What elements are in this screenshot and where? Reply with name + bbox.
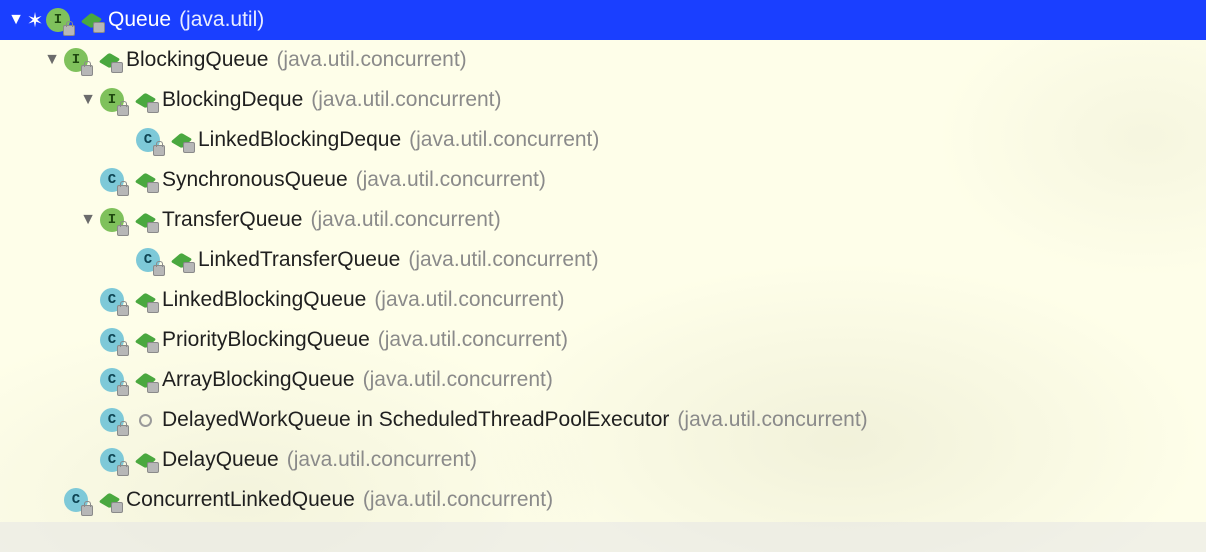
- expand-arrow-down-icon[interactable]: ▼: [78, 91, 98, 109]
- tree-row[interactable]: ▼I BlockingDeque (java.util.concurrent): [0, 80, 1206, 120]
- package-label: (java.util.concurrent): [378, 328, 568, 352]
- class-icon: C: [64, 488, 88, 512]
- tree-row[interactable]: ▼CPriorityBlockingQueue(java.util.concur…: [0, 320, 1206, 360]
- library-lock-overlay-icon: [81, 505, 93, 516]
- package-label: (java.util.concurrent): [363, 488, 553, 512]
- package-label: (java.util.concurrent): [287, 448, 477, 472]
- package-label: (java.util.concurrent): [363, 368, 553, 392]
- tree-row[interactable]: ▼CArrayBlockingQueue(java.util.concurren…: [0, 360, 1206, 400]
- package-label: (java.util.concurrent): [408, 248, 598, 272]
- public-visibility-icon: [134, 89, 156, 111]
- expand-arrow-down-icon[interactable]: ▼: [78, 211, 98, 229]
- type-name-label: DelayedWorkQueue in ScheduledThreadPoolE…: [162, 408, 669, 432]
- tree-row[interactable]: ▼CLinkedBlockingQueue(java.util.concurre…: [0, 280, 1206, 320]
- public-visibility-icon: [134, 289, 156, 311]
- package-label: (java.util.concurrent): [409, 128, 599, 152]
- public-visibility-icon: [134, 169, 156, 191]
- footer-strip: [0, 522, 1206, 552]
- public-visibility-icon: [134, 449, 156, 471]
- tree-row[interactable]: ▼CConcurrentLinkedQueue(java.util.concur…: [0, 480, 1206, 520]
- interface-icon: I: [64, 48, 88, 72]
- package-private-visibility-icon: [134, 409, 156, 431]
- class-icon: C: [100, 168, 124, 192]
- public-visibility-icon: [134, 369, 156, 391]
- library-lock-overlay-icon: [153, 265, 165, 276]
- type-name-label: LinkedBlockingQueue: [162, 288, 366, 312]
- public-visibility-icon: [98, 489, 120, 511]
- public-visibility-icon: [170, 129, 192, 151]
- class-icon: C: [100, 408, 124, 432]
- package-label: (java.util.concurrent): [677, 408, 867, 432]
- library-lock-overlay-icon: [117, 105, 129, 116]
- library-lock-overlay-icon: [63, 25, 75, 36]
- tree-row[interactable]: ▼I TransferQueue (java.util.concurrent): [0, 200, 1206, 240]
- public-visibility-icon: [170, 249, 192, 271]
- type-name-label: ConcurrentLinkedQueue: [126, 488, 355, 512]
- library-lock-overlay-icon: [117, 385, 129, 396]
- interface-icon: I: [46, 8, 70, 32]
- package-label: (java.util): [179, 8, 264, 32]
- class-icon: C: [136, 248, 160, 272]
- tree-row[interactable]: ▼CDelayedWorkQueue in ScheduledThreadPoo…: [0, 400, 1206, 440]
- type-name-label: TransferQueue: [162, 208, 302, 232]
- library-lock-overlay-icon: [117, 225, 129, 236]
- root-marker-asterisk-icon: ✶: [26, 8, 44, 33]
- tree-row[interactable]: ▼CSynchronousQueue(java.util.concurrent): [0, 160, 1206, 200]
- library-lock-overlay-icon: [117, 345, 129, 356]
- type-name-label: ArrayBlockingQueue: [162, 368, 355, 392]
- package-label: (java.util.concurrent): [276, 48, 466, 72]
- type-name-label: LinkedTransferQueue: [198, 248, 400, 272]
- public-visibility-icon: [98, 49, 120, 71]
- class-icon: C: [100, 448, 124, 472]
- interface-icon: I: [100, 208, 124, 232]
- library-lock-overlay-icon: [81, 65, 93, 76]
- tree-row[interactable]: ▼CLinkedTransferQueue(java.util.concurre…: [0, 240, 1206, 280]
- package-label: (java.util.concurrent): [374, 288, 564, 312]
- class-icon: C: [100, 368, 124, 392]
- expand-arrow-down-icon[interactable]: ▼: [6, 11, 26, 29]
- expand-arrow-down-icon[interactable]: ▼: [42, 51, 62, 69]
- tree-row[interactable]: ▼I BlockingQueue (java.util.concurrent): [0, 40, 1206, 80]
- type-name-label: BlockingQueue: [126, 48, 268, 72]
- type-name-label: PriorityBlockingQueue: [162, 328, 370, 352]
- public-visibility-icon: [80, 9, 102, 31]
- type-name-label: BlockingDeque: [162, 88, 303, 112]
- public-visibility-icon: [134, 329, 156, 351]
- tree-row[interactable]: ▼CLinkedBlockingDeque(java.util.concurre…: [0, 120, 1206, 160]
- package-label: (java.util.concurrent): [356, 168, 546, 192]
- tree-row[interactable]: ▼✶I Queue (java.util): [0, 0, 1206, 40]
- type-name-label: DelayQueue: [162, 448, 279, 472]
- tree-row[interactable]: ▼CDelayQueue(java.util.concurrent): [0, 440, 1206, 480]
- interface-icon: I: [100, 88, 124, 112]
- library-lock-overlay-icon: [117, 185, 129, 196]
- class-icon: C: [100, 328, 124, 352]
- class-icon: C: [100, 288, 124, 312]
- library-lock-overlay-icon: [117, 425, 129, 436]
- public-visibility-icon: [134, 209, 156, 231]
- package-label: (java.util.concurrent): [311, 88, 501, 112]
- library-lock-overlay-icon: [117, 465, 129, 476]
- class-icon: C: [136, 128, 160, 152]
- library-lock-overlay-icon: [117, 305, 129, 316]
- type-name-label: Queue: [108, 8, 171, 32]
- package-label: (java.util.concurrent): [310, 208, 500, 232]
- type-name-label: SynchronousQueue: [162, 168, 348, 192]
- library-lock-overlay-icon: [153, 145, 165, 156]
- type-name-label: LinkedBlockingDeque: [198, 128, 401, 152]
- type-hierarchy-tree[interactable]: ▼✶IQueue(java.util)▼IBlockingQueue(java.…: [0, 0, 1206, 520]
